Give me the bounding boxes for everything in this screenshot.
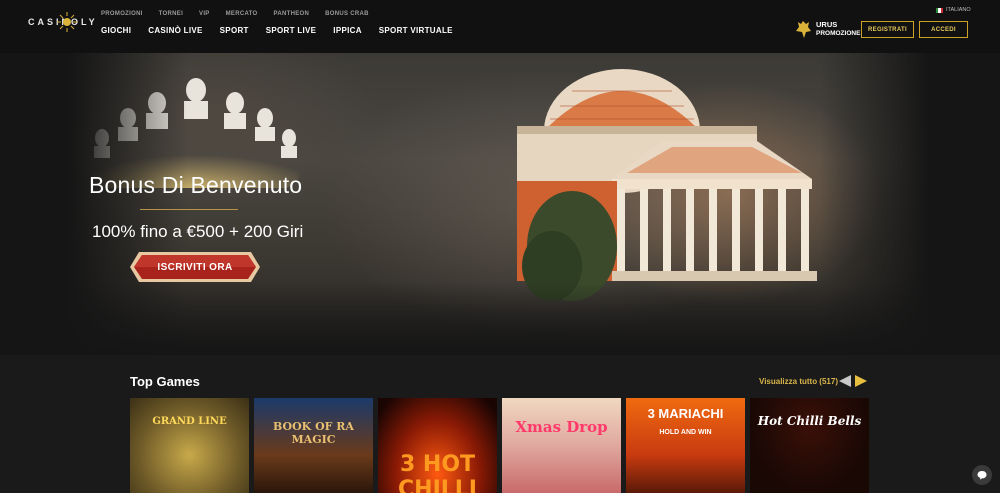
urus-promo-link[interactable]: URUS PROMOZIONE bbox=[794, 19, 861, 41]
game-title: 3 MARIACHI bbox=[647, 406, 724, 421]
game-title: GRAND LINE bbox=[152, 416, 227, 427]
nav-sport-live[interactable]: SPORT LIVE bbox=[266, 26, 317, 35]
game-tile[interactable]: BOOK OF RA MAGIC bbox=[254, 398, 373, 493]
nav-promozioni[interactable]: PROMOZIONI bbox=[101, 11, 143, 17]
game-tile[interactable]: Hot Chilli Bells bbox=[750, 398, 869, 493]
game-title: Xmas Drop bbox=[515, 418, 608, 436]
nav-sport[interactable]: SPORT bbox=[220, 26, 249, 35]
site-header: CASINOLY PROMOZIONI TORNEI VIP MERCATO P… bbox=[0, 0, 1000, 53]
view-all-link[interactable]: Visualizza tutto (517) bbox=[759, 377, 838, 386]
casinoly-logo[interactable]: CASINOLY bbox=[28, 12, 95, 36]
hero-title: Bonus Di Benvenuto bbox=[89, 172, 303, 198]
hero-subtitle: 100% fino a €500 + 200 Giri bbox=[92, 222, 304, 241]
game-tile[interactable]: Xmas Drop bbox=[502, 398, 621, 493]
game-tile[interactable]: 3 HOT CHILLI bbox=[378, 398, 497, 493]
game-subtitle: HOLD AND WIN bbox=[659, 429, 712, 436]
game-tile[interactable]: 3 MARIACHI HOLD AND WIN bbox=[626, 398, 745, 493]
promo-title: URUS bbox=[816, 20, 838, 29]
language-selector[interactable]: ITALIANO bbox=[936, 7, 971, 13]
carousel-prev-icon[interactable] bbox=[839, 375, 851, 387]
italy-flag-icon bbox=[936, 7, 943, 13]
chat-icon bbox=[977, 471, 987, 480]
nav-pantheon[interactable]: PANTHEON bbox=[274, 11, 310, 17]
nav-casino-live[interactable]: CASINÒ LIVE bbox=[148, 26, 202, 35]
main-nav: GIOCHI CASINÒ LIVE SPORT SPORT LIVE IPPI… bbox=[101, 26, 470, 35]
language-label: ITALIANO bbox=[946, 7, 971, 13]
secondary-nav: PROMOZIONI TORNEI VIP MERCATO PANTHEON B… bbox=[101, 11, 385, 17]
sun-icon bbox=[57, 12, 77, 32]
game-title: 3 HOT CHILLI bbox=[398, 452, 477, 493]
game-title: Hot Chilli Bells bbox=[757, 414, 862, 428]
nav-ippica[interactable]: IPPICA bbox=[333, 26, 361, 35]
hero-divider bbox=[140, 209, 238, 210]
nav-sport-virtuale[interactable]: SPORT VIRTUALE bbox=[379, 26, 453, 35]
register-button[interactable]: REGISTRATI bbox=[861, 21, 914, 38]
pantheon-illustration bbox=[517, 69, 817, 301]
nav-bonus-crab[interactable]: BONUS CRAB bbox=[325, 11, 369, 17]
chat-button[interactable] bbox=[972, 465, 992, 485]
game-title: BOOK OF RA MAGIC bbox=[273, 420, 354, 446]
nav-giochi[interactable]: GIOCHI bbox=[101, 26, 131, 35]
nav-tornei[interactable]: TORNEI bbox=[159, 11, 183, 17]
nav-vip[interactable]: VIP bbox=[199, 11, 210, 17]
signup-cta-button[interactable]: ISCRIVITI ORA bbox=[129, 251, 261, 283]
top-games-heading: Top Games bbox=[130, 374, 200, 389]
top-games-carousel: GRAND LINE BOOK OF RA MAGIC 3 HOT CHILLI… bbox=[130, 398, 869, 493]
bull-icon bbox=[796, 21, 811, 38]
login-button[interactable]: ACCEDI bbox=[919, 21, 968, 38]
game-tile[interactable]: GRAND LINE bbox=[130, 398, 249, 493]
hero-banner[interactable]: Bonus Di Benvenuto 100% fino a €500 + 20… bbox=[0, 53, 1000, 355]
promo-subtitle: PROMOZIONE bbox=[816, 30, 861, 37]
cta-label: ISCRIVITI ORA bbox=[157, 261, 233, 273]
carousel-next-icon[interactable] bbox=[855, 375, 867, 387]
nav-mercato[interactable]: MERCATO bbox=[226, 11, 258, 17]
